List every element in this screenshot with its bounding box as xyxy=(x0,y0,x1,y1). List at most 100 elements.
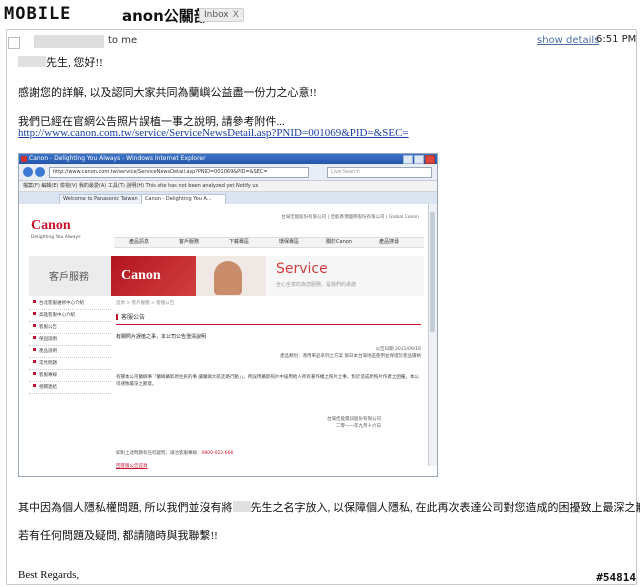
banner-photo xyxy=(196,256,266,296)
canon-nav-bar: 產品訊息 客戶服務 下載專區 環保專區 關於Canon 產品搜尋 xyxy=(114,237,424,248)
name-redacted xyxy=(232,501,251,512)
site-logo: MOBILE xyxy=(4,4,72,24)
service-heading: Service xyxy=(276,261,328,277)
para3-text-start: 其中因為個人隱私權問題, 所以我們並沒有將 xyxy=(18,502,233,514)
recipient-text: to me xyxy=(108,35,138,46)
browser-scrollbar xyxy=(428,204,437,466)
canon-tagline: Delighting You Always xyxy=(31,235,81,240)
side-menu-item: 台北客服維修中心介紹 xyxy=(29,298,111,310)
side-menu-item: 產品說明 xyxy=(29,346,111,358)
section-banner: 客戶服務 xyxy=(29,256,112,296)
close-icon xyxy=(425,155,435,164)
content-title: 客服公告 xyxy=(116,312,421,321)
side-menu-item: 客服公告 xyxy=(29,322,111,334)
bullet-icon xyxy=(33,348,36,351)
bullet-icon xyxy=(33,384,36,387)
browser-menu-bar: 檔案(F) 編輯(E) 檢視(V) 我的最愛(A) 工具(T) 說明(H) Th… xyxy=(19,181,437,192)
show-details-link[interactable]: show details xyxy=(537,35,599,46)
para3-text-end: 先生之名字放入, 以保障個人隱私, 在此再次表達公司對您造成的困擾致上最深之歉意… xyxy=(250,502,640,514)
back-arrow-icon xyxy=(23,167,33,177)
side-menu-item: 客服專線 xyxy=(29,370,111,382)
canon-web-page: Canon Delighting You Always 台灣佳能股份有限公司 |… xyxy=(19,204,429,469)
app-header: MOBILE anon公關部 Inbox X xyxy=(0,0,640,30)
side-menu-label: 客服專線 xyxy=(39,373,57,378)
side-menu-item: 常見問題 xyxy=(29,358,111,370)
canon-logo: Canon xyxy=(31,218,71,233)
announcement-content: 首頁 > 客戶服務 > 客服公告 客服公告 有關照片誤植之事，本公司公告澄清說明… xyxy=(116,300,421,469)
signature-company: 台灣佳能資訊股份有限公司 xyxy=(327,417,381,422)
contact-line: 如對上述問題有任何疑問，請洽客服專線：0800-022-666 xyxy=(116,450,421,456)
greeting-text: 先生, 您好!! xyxy=(46,57,103,69)
canon-nav-item: 下載專區 xyxy=(228,239,249,245)
section-title: 客戶服務 xyxy=(49,272,89,283)
side-menu-label: 產品說明 xyxy=(39,349,57,354)
canon-nav-item: 環保專區 xyxy=(278,239,299,245)
side-menu-label: 常見問題 xyxy=(39,361,57,366)
canon-nav-item: 客戶服務 xyxy=(178,239,199,245)
canon-nav-item: 關於Canon xyxy=(326,239,352,245)
inbox-label-chip[interactable]: Inbox X xyxy=(199,8,244,22)
content-title-text: 客服公告 xyxy=(121,314,146,321)
browser-search-field: Live Search xyxy=(327,167,432,178)
bullet-icon xyxy=(33,312,36,315)
side-menu-label: 相關連結 xyxy=(39,385,57,390)
bullet-icon xyxy=(33,372,36,375)
bullet-icon xyxy=(33,300,36,303)
service-slogan: 全心全意的為您服務，是我們的承諾 xyxy=(276,282,357,288)
news-title: 有關照片誤植之事，本公司公告澄清說明 xyxy=(116,334,207,340)
contact-text: 如對上述問題有任何疑問，請洽客服專線： xyxy=(116,451,202,456)
embedded-screenshot: Canon - Delighting You Always - Windows … xyxy=(18,153,438,477)
message-checkbox[interactable] xyxy=(8,37,20,49)
bullet-icon xyxy=(33,324,36,327)
news-body: 有關本公司蘭嶼事「蘭嶼攝影原住民的事 讓蘭嶼大航走路行動」」，所誤用攝影照片中誤… xyxy=(116,375,419,387)
banner-brand: Canon xyxy=(111,256,196,296)
news-category: 產品類別：適用單品系列之方案 限日本台灣地區使用並保證於產品價格 xyxy=(280,354,421,359)
title-marker-icon xyxy=(116,314,118,320)
body-paragraph-3: 其中因為個人隱私權問題, 所以我們並沒有將 先生之名字放入, 以保障個人隱私, 在… xyxy=(18,499,640,515)
browser-title-bar: Canon - Delighting You Always - Windows … xyxy=(19,154,437,164)
body-paragraph-4: 若有任何問題及疑問, 都請隨時與我聯繫!! xyxy=(18,530,218,542)
sender-name-redacted[interactable] xyxy=(34,35,104,48)
side-menu-label: 保固說明 xyxy=(39,337,57,342)
service-banner: Service 全心全意的為您服務，是我們的承諾 xyxy=(266,256,424,296)
closing-line: Best Regards, xyxy=(18,569,80,581)
support-agent-image xyxy=(214,261,242,295)
canon-side-menu: 台北客服維修中心介紹 高雄客服中心介紹 客服公告 保固說明 產品說明 常見問題 … xyxy=(29,298,111,394)
watermark-text: #54814 xyxy=(596,571,636,584)
signature-date: 二零一一年九月十六日 xyxy=(336,424,381,429)
message-time: 6:51 PM xyxy=(596,34,637,45)
maximize-icon xyxy=(414,155,424,164)
announcement-link[interactable]: http://www.canon.com.tw/service/ServiceN… xyxy=(18,127,409,139)
divider xyxy=(116,324,421,325)
canon-top-links: 台灣佳能股份有限公司 | 佳能香港國際股份有限公司 | Global Canon xyxy=(281,215,419,220)
canon-nav-item: 產品搜尋 xyxy=(378,239,399,245)
news-date: 公告日期 2011/09/16 xyxy=(375,347,421,352)
banner-canon-logo: Canon xyxy=(121,268,161,283)
ie-app-icon xyxy=(21,156,27,162)
minimize-icon xyxy=(403,155,413,164)
greeting-line: 先生, 您好!! xyxy=(18,54,103,70)
bullet-icon xyxy=(33,336,36,339)
name-redacted xyxy=(18,56,46,67)
body-paragraph-1: 感謝您的詳解, 以及認同大家共同為蘭嶼公益盡一份力之心意!! xyxy=(18,87,317,99)
inbox-label: Inbox xyxy=(204,10,229,20)
side-menu-item: 相關連結 xyxy=(29,382,111,394)
remove-label-icon[interactable]: X xyxy=(233,10,239,20)
news-signature: 台灣佳能資訊股份有限公司 二零一一年九月十六日 xyxy=(116,416,421,430)
browser-window-title: Canon - Delighting You Always - Windows … xyxy=(29,155,206,162)
forward-arrow-icon xyxy=(35,167,45,177)
side-menu-item: 保固說明 xyxy=(29,334,111,346)
browser-address-bar: http://www.canon.com.tw/service/ServiceN… xyxy=(19,164,437,181)
side-menu-item: 高雄客服中心介紹 xyxy=(29,310,111,322)
side-menu-label: 客服公告 xyxy=(39,325,57,330)
scrollbar-thumb xyxy=(430,212,435,332)
contact-hotline: 0800-022-666 xyxy=(201,451,234,456)
browser-url-field: http://www.canon.com.tw/service/ServiceN… xyxy=(49,167,309,178)
back-to-announcements-link: 回客服公告首頁 xyxy=(116,464,148,469)
news-meta: 公告日期 2011/09/16 產品類別：適用單品系列之方案 限日本台灣地區使用… xyxy=(116,346,421,360)
email-subject: anon公關部 xyxy=(122,7,209,25)
canon-nav-item: 產品訊息 xyxy=(128,239,149,245)
breadcrumb: 首頁 > 客戶服務 > 客服公告 xyxy=(116,301,175,306)
side-menu-label: 高雄客服中心介紹 xyxy=(39,313,75,318)
side-menu-label: 台北客服維修中心介紹 xyxy=(39,301,84,306)
